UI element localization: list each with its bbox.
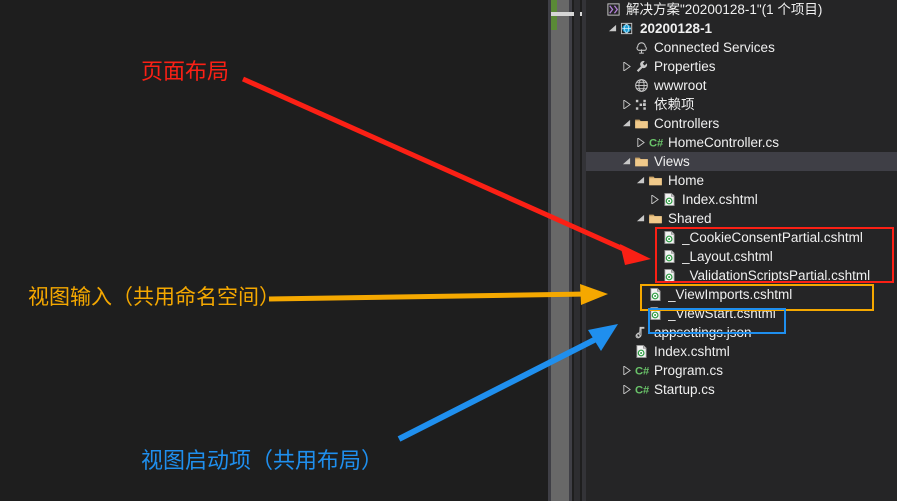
folder-icon xyxy=(647,209,664,228)
tree-row-label: Views xyxy=(654,154,690,169)
caret-none xyxy=(620,38,633,57)
caret-right-icon[interactable] xyxy=(620,95,633,114)
tree-row[interactable]: Controllers xyxy=(586,114,897,133)
scrollbar-thumb[interactable] xyxy=(551,0,569,501)
tree-row-label: Index.cshtml xyxy=(654,344,730,359)
annotation-label-layout: 页面布局 xyxy=(141,60,230,85)
tree-row[interactable]: wwwroot xyxy=(586,76,897,95)
tree-row[interactable]: Views xyxy=(586,152,897,171)
cshtml-icon xyxy=(647,285,664,304)
tree-row[interactable]: 依赖项 xyxy=(586,95,897,114)
caret-down-icon[interactable] xyxy=(634,209,647,228)
vertical-scrollbar[interactable] xyxy=(548,0,587,501)
caret-right-icon[interactable] xyxy=(648,190,661,209)
caret-none xyxy=(648,247,661,266)
tree-row[interactable]: Home xyxy=(586,171,897,190)
caret-none xyxy=(648,228,661,247)
tree-row[interactable]: Connected Services xyxy=(586,38,897,57)
caret-none xyxy=(648,266,661,285)
tree-row[interactable]: _ViewImports.cshtml xyxy=(586,285,897,304)
tree-row[interactable]: _Layout.cshtml xyxy=(586,247,897,266)
cshtml-icon xyxy=(647,304,664,323)
tree-row-label: wwwroot xyxy=(654,78,707,93)
solution-tree[interactable]: 解决方案"20200128-1"(1 个项目) 20200128-1 Connect… xyxy=(586,0,897,399)
tree-row-label: Program.cs xyxy=(654,363,724,378)
tree-row-label: _ValidationScriptsPartial.cshtml xyxy=(682,268,871,283)
dependencies-icon xyxy=(633,95,650,114)
svg-text:C#: C# xyxy=(635,384,649,396)
cshtml-icon xyxy=(661,228,678,247)
tree-row-label: _ViewStart.cshtml xyxy=(668,306,776,321)
tree-row[interactable]: appsettings.json xyxy=(586,323,897,342)
folder-icon xyxy=(633,114,650,133)
tree-row-label: Index.cshtml xyxy=(682,192,758,207)
caret-right-icon[interactable] xyxy=(634,133,647,152)
solution-explorer-panel[interactable]: 解决方案"20200128-1"(1 个项目) 20200128-1 Connect… xyxy=(586,0,897,501)
tree-row-label: appsettings.json xyxy=(654,325,752,340)
json-icon xyxy=(633,323,650,342)
tree-row-label: Connected Services xyxy=(654,40,775,55)
tree-row-label: _CookieConsentPartial.cshtml xyxy=(682,230,863,245)
annotation-label-viewimports: 视图输入（共用命名空间） xyxy=(28,285,280,309)
caret-down-icon[interactable] xyxy=(620,114,633,133)
tree-row-label: _ViewImports.cshtml xyxy=(668,287,793,302)
tree-row-label: _Layout.cshtml xyxy=(682,249,773,264)
caret-right-icon[interactable] xyxy=(620,361,633,380)
panel-divider xyxy=(574,0,580,501)
caret-none xyxy=(620,76,633,95)
tree-row[interactable]: C# HomeController.cs xyxy=(586,133,897,152)
tree-row[interactable]: C# Program.cs xyxy=(586,361,897,380)
tree-row[interactable]: Index.cshtml xyxy=(586,342,897,361)
svg-text:C#: C# xyxy=(649,137,663,149)
svg-text:C#: C# xyxy=(635,365,649,377)
tree-row-label: 依赖项 xyxy=(654,97,695,112)
web-project-icon xyxy=(619,19,636,38)
caret-right-icon[interactable] xyxy=(620,380,633,399)
tree-row[interactable]: Index.cshtml xyxy=(586,190,897,209)
tree-row[interactable]: _CookieConsentPartial.cshtml xyxy=(586,228,897,247)
cshtml-icon xyxy=(661,266,678,285)
screenshot-root: { "explorer": { "name": "solution-explor… xyxy=(0,0,897,501)
tree-row[interactable]: Properties xyxy=(586,57,897,76)
tree-row-label: Properties xyxy=(654,59,716,74)
tree-row[interactable]: 20200128-1 xyxy=(586,19,897,38)
connected-services-icon xyxy=(633,38,650,57)
caret-none xyxy=(620,342,633,361)
cshtml-icon xyxy=(661,247,678,266)
caret-down-icon[interactable] xyxy=(634,171,647,190)
caret-down-icon[interactable] xyxy=(606,19,619,38)
tree-row[interactable]: _ValidationScriptsPartial.cshtml xyxy=(586,266,897,285)
wrench-icon xyxy=(633,57,650,76)
tree-row[interactable]: _ViewStart.cshtml xyxy=(586,304,897,323)
tree-row-label: Home xyxy=(668,173,705,188)
csharp-icon: C# xyxy=(647,133,664,152)
solution-icon xyxy=(605,0,622,19)
csharp-icon: C# xyxy=(633,380,650,399)
tree-row[interactable]: C# Startup.cs xyxy=(586,380,897,399)
globe-icon xyxy=(633,76,650,95)
caret-none xyxy=(634,304,647,323)
folder-icon xyxy=(633,152,650,171)
folder-icon xyxy=(647,171,664,190)
tree-row-label: Startup.cs xyxy=(654,382,715,397)
tree-row[interactable]: 解决方案"20200128-1"(1 个项目) xyxy=(586,0,897,19)
tree-row-label: 解决方案"20200128-1"(1 个项目) xyxy=(626,2,823,17)
csharp-icon: C# xyxy=(633,361,650,380)
caret-right-icon[interactable] xyxy=(620,57,633,76)
tree-row[interactable]: Shared xyxy=(586,209,897,228)
caret-none xyxy=(592,0,605,19)
cshtml-icon xyxy=(633,342,650,361)
annotation-label-viewstart: 视图启动项（共用布局） xyxy=(141,449,384,474)
tree-row-label: HomeController.cs xyxy=(668,135,780,150)
tree-row-label: Shared xyxy=(668,211,712,226)
cshtml-icon xyxy=(661,190,678,209)
caret-down-icon[interactable] xyxy=(620,152,633,171)
caret-none xyxy=(634,285,647,304)
tree-row-label: Controllers xyxy=(654,116,720,131)
tree-row-label: 20200128-1 xyxy=(640,21,713,36)
caret-none xyxy=(620,323,633,342)
